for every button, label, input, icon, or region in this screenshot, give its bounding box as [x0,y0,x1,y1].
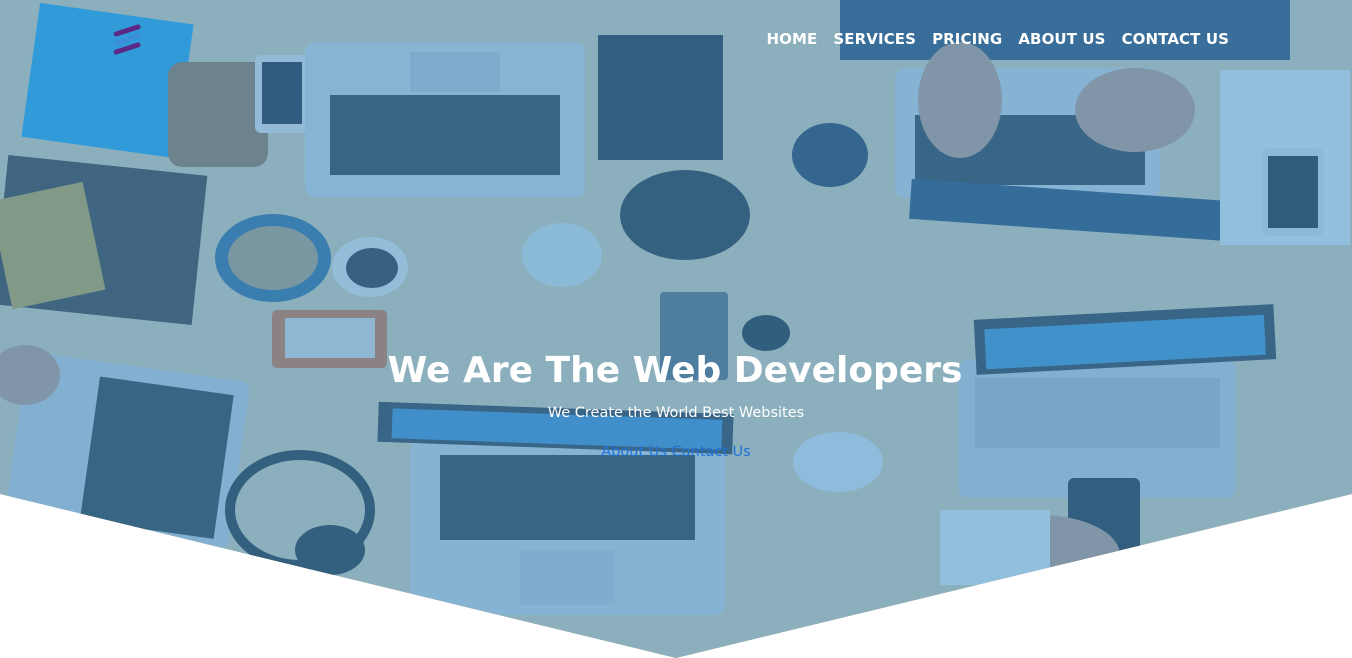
hero-content: We Are The Web Developers We Create the … [0,348,1352,462]
blue-overlay [0,0,1352,658]
about-us-link[interactable]: About Us [601,444,667,460]
nav-about-us[interactable]: ABOUT US [1018,29,1105,49]
main-nav: HOME SERVICES PRICING ABOUT US CONTACT U… [767,29,1229,49]
hero-subtitle: We Create the World Best Websites [547,405,805,421]
contact-us-link[interactable]: Contact Us [672,444,751,460]
nav-contact-us[interactable]: CONTACT US [1122,29,1229,49]
hero-section [0,0,1352,658]
logo[interactable] [112,24,146,56]
hero-title: We Are The Web Developers [387,350,963,391]
nav-home[interactable]: HOME [767,29,818,49]
stacked-stripes-logo-icon [113,24,141,55]
hero-links: About Us Contact Us [0,442,1352,462]
nav-pricing[interactable]: PRICING [932,29,1002,49]
nav-services[interactable]: SERVICES [833,29,916,49]
